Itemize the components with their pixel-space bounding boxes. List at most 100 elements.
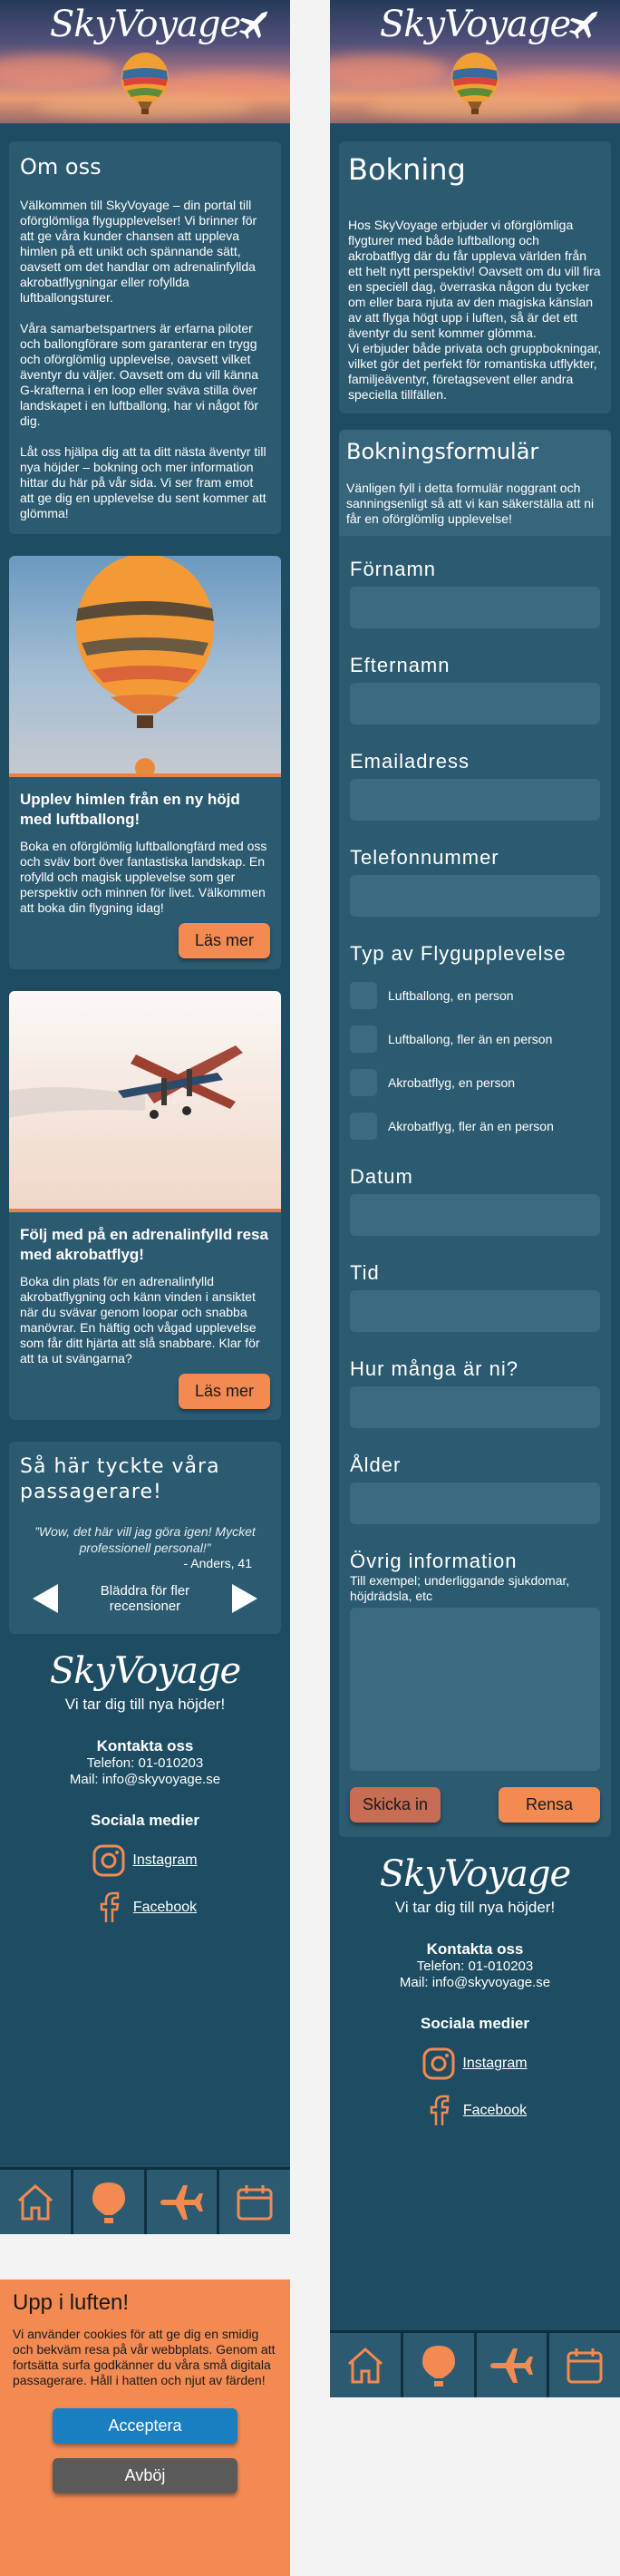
- booking-text: Hos SkyVoyage erbjuder vi oförglömliga f…: [348, 218, 602, 402]
- other-info-textarea[interactable]: [350, 1608, 600, 1771]
- age-input[interactable]: [350, 1482, 600, 1524]
- email-label: Emailadress: [350, 750, 470, 773]
- cookie-title: Upp i luften!: [13, 2290, 130, 2315]
- form-header: Bokningsformulär Vänligen fyll i detta f…: [339, 430, 611, 536]
- contact-title: Kontakta oss: [96, 1737, 194, 1755]
- facebook-label[interactable]: Facebook: [133, 1900, 197, 1916]
- review-next-arrow-icon[interactable]: [232, 1584, 257, 1613]
- facebook-label[interactable]: Facebook: [463, 2103, 527, 2119]
- cookie-accept-button[interactable]: Acceptera: [53, 2408, 237, 2444]
- plane-logo-icon: [238, 11, 268, 40]
- option-aerobatic-single[interactable]: Akrobatflyg, en person: [350, 1069, 600, 1096]
- aerobatic-read-more-button[interactable]: Läs mer: [178, 1374, 270, 1409]
- instagram-link[interactable]: Instagram: [339, 2047, 611, 2080]
- email-input[interactable]: [350, 779, 600, 821]
- contact-phone: Telefon: 01-010203: [86, 1755, 204, 1771]
- other-info-label: Övrig information: [350, 1550, 518, 1572]
- checkbox[interactable]: [350, 982, 377, 1009]
- bottom-navigation-booking: [330, 2330, 620, 2397]
- calendar-icon: [237, 2184, 273, 2220]
- aerobatic-card-text: Boka din plats för en adrenalinfylld akr…: [20, 1274, 260, 1366]
- review-quote: ”Wow, det här vill jag göra igen! Mycket…: [34, 1524, 256, 1555]
- firstname-label: Förnamn: [350, 558, 437, 580]
- about-paragraph-3: Låt oss hjälpa dig att ta ditt nästa äve…: [20, 444, 266, 520]
- nav-calendar-button[interactable]: [549, 2333, 620, 2397]
- footer-logo: SkyVoyage: [379, 1853, 571, 1895]
- submit-button[interactable]: Skicka in: [350, 1787, 441, 1823]
- reviews-section: Så här tyckte våra passagerare! ”Wow, de…: [9, 1442, 281, 1634]
- facebook-icon: [430, 2095, 450, 2125]
- date-label: Datum: [350, 1165, 413, 1188]
- time-input[interactable]: [350, 1290, 600, 1332]
- date-input[interactable]: [350, 1194, 600, 1236]
- count-label: Hur många är ni?: [350, 1357, 518, 1380]
- home-icon: [347, 2347, 383, 2383]
- balloon-read-more-button[interactable]: Läs mer: [178, 923, 270, 958]
- nav-balloon-button[interactable]: [73, 2170, 147, 2234]
- booking-form: Bokningsformulär Vänligen fyll i detta f…: [339, 430, 611, 1837]
- facebook-icon: [100, 1891, 120, 1922]
- lastname-input[interactable]: [350, 683, 600, 724]
- count-input[interactable]: [350, 1386, 600, 1428]
- booking-intro: Bokning Hos SkyVoyage erbjuder vi oförgl…: [339, 141, 611, 413]
- option-label: Akrobatflyg, fler än en person: [388, 1119, 554, 1133]
- cookie-text: Vi använder cookies för att ge dig en sm…: [13, 2327, 276, 2387]
- about-title: Om oss: [20, 154, 102, 180]
- review-prev-arrow-icon[interactable]: [33, 1584, 58, 1613]
- instagram-label[interactable]: Instagram: [462, 2056, 527, 2072]
- nav-plane-button[interactable]: [146, 2170, 220, 2234]
- checkbox[interactable]: [350, 1113, 377, 1140]
- about-paragraph-1: Välkommen till SkyVoyage – din portal ti…: [20, 198, 257, 305]
- instagram-label[interactable]: Instagram: [132, 1852, 197, 1869]
- phone-input[interactable]: [350, 875, 600, 917]
- option-label: Luftballong, fler än en person: [388, 1032, 553, 1046]
- checkbox[interactable]: [350, 1069, 377, 1096]
- option-label: Akrobatflyg, en person: [388, 1075, 516, 1090]
- facebook-link[interactable]: Facebook: [9, 1891, 281, 1924]
- footer: SkyVoyage Vi tar dig till nya höjder! Ko…: [0, 1634, 290, 1933]
- reviews-title: Så här tyckte våra passagerare!: [20, 1455, 220, 1503]
- instagram-link[interactable]: Instagram: [9, 1844, 281, 1877]
- firstname-input[interactable]: [350, 587, 600, 628]
- home-screen: SkyVoyage Om oss Välkommen till SkyVoyag…: [0, 0, 290, 2234]
- nav-balloon-button[interactable]: [402, 2333, 477, 2397]
- social-title: Sociala medier: [420, 2015, 529, 2032]
- nav-plane-button[interactable]: [476, 2333, 550, 2397]
- cookie-decline-button[interactable]: Avböj: [53, 2458, 237, 2493]
- balloon-icon: [92, 2182, 125, 2223]
- review-nav-label: Bläddra för fler recensioner: [100, 1583, 190, 1614]
- balloon-photo: [9, 556, 281, 777]
- aerobatic-card-title: Följ med på en adrenalinfylld resa med a…: [20, 1226, 268, 1263]
- footer-tagline: Vi tar dig till nya höjder!: [64, 1696, 226, 1713]
- facebook-link[interactable]: Facebook: [339, 2095, 611, 2127]
- option-label: Luftballong, en person: [388, 988, 514, 1003]
- nav-calendar-button[interactable]: [219, 2170, 290, 2234]
- option-balloon-group[interactable]: Luftballong, fler än en person: [350, 1026, 600, 1053]
- lastname-label: Efternamn: [350, 654, 450, 676]
- about-paragraph-2: Våra samarbetspartners är erfarna pilote…: [20, 321, 259, 428]
- nav-home-button[interactable]: [0, 2170, 73, 2234]
- review-navigation: Bläddra för fler recensioner: [20, 1570, 270, 1621]
- hero-banner: SkyVoyage: [0, 0, 290, 123]
- checkbox[interactable]: [350, 1026, 377, 1053]
- option-balloon-single[interactable]: Luftballong, en person: [350, 982, 600, 1009]
- experience-type-label: Typ av Flygupplevelse: [350, 942, 567, 965]
- balloon-card-title: Upplev himlen från en ny höjd med luftba…: [20, 791, 240, 828]
- instagram-icon: [422, 2047, 455, 2080]
- booking-title: Bokning: [348, 152, 466, 187]
- aerobatic-card: Följ med på en adrenalinfylld resa med a…: [9, 991, 281, 1420]
- footer-booking: SkyVoyage Vi tar dig till nya höjder! Ko…: [330, 1837, 620, 2136]
- calendar-icon: [567, 2348, 603, 2383]
- option-aerobatic-group[interactable]: Akrobatflyg, fler än en person: [350, 1113, 600, 1140]
- nav-home-button[interactable]: [330, 2333, 403, 2397]
- home-icon: [17, 2183, 53, 2220]
- contact-phone: Telefon: 01-010203: [416, 1959, 534, 1974]
- about-section: Om oss Välkommen till SkyVoyage – din po…: [9, 141, 281, 534]
- time-label: Tid: [350, 1261, 380, 1284]
- reset-button[interactable]: Rensa: [498, 1787, 600, 1823]
- phone-label: Telefonnummer: [350, 846, 499, 869]
- booking-screen: SkyVoyage Bokning Hos SkyVoyage erbjuder…: [330, 0, 620, 2397]
- plane-logo-icon: [568, 11, 598, 40]
- balloon-card-text: Boka en oförglömlig luftballongfärd med …: [20, 839, 267, 915]
- contact-mail: Mail: info@skyvoyage.se: [69, 1772, 221, 1787]
